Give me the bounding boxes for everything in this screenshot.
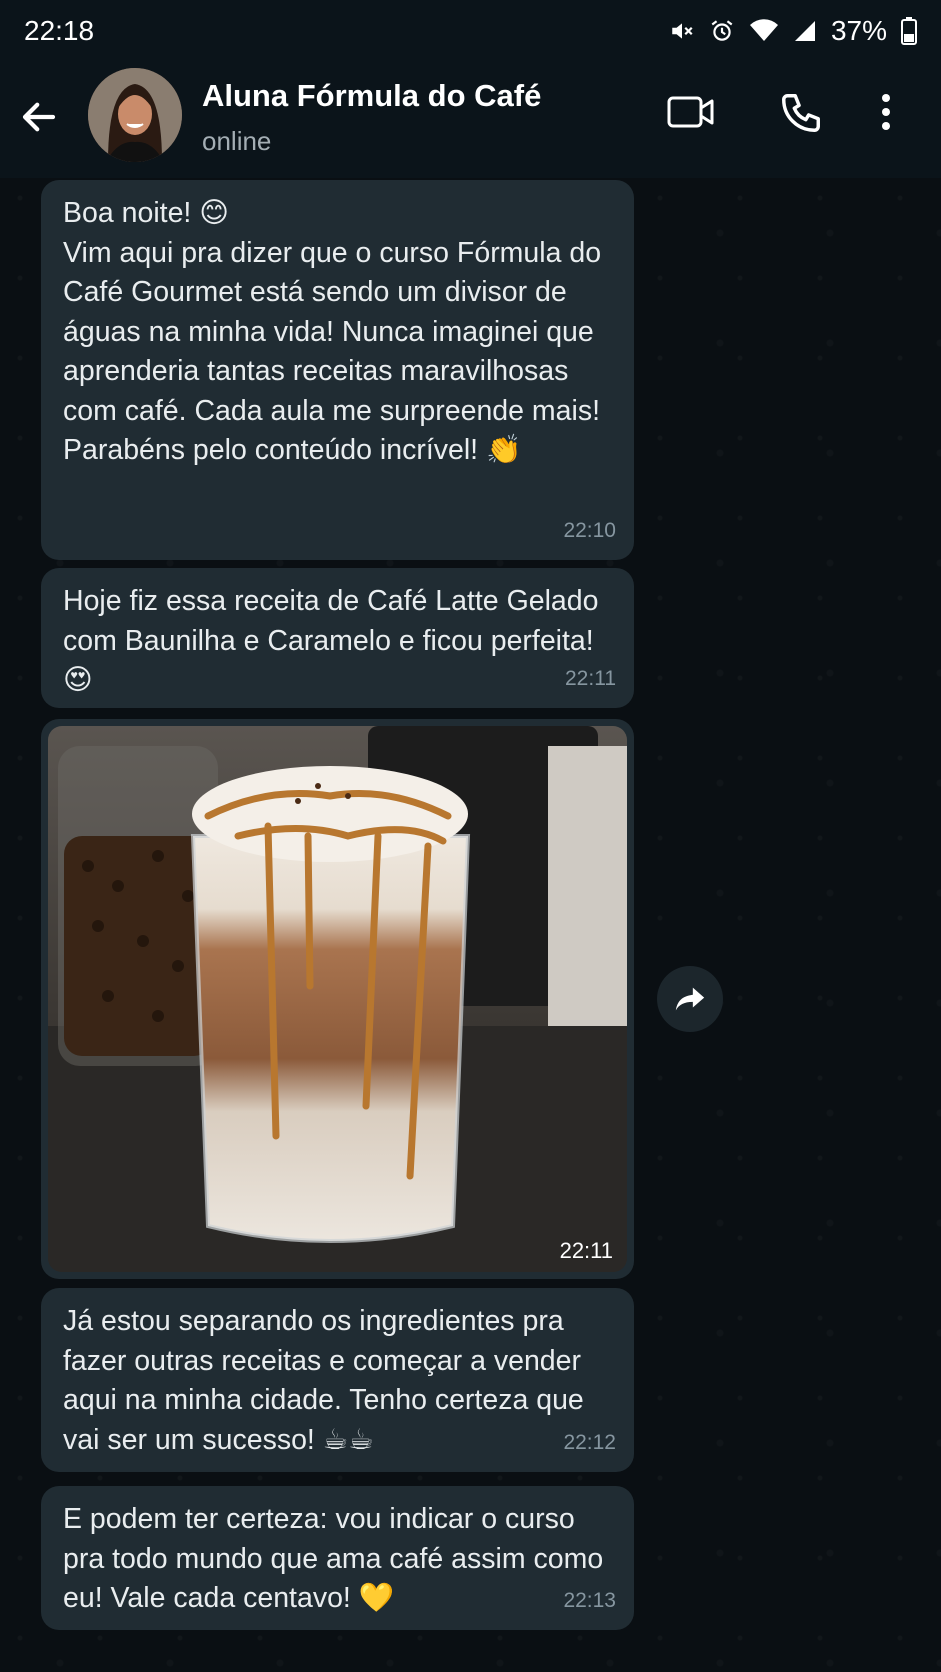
message-text: Já estou separando os ingredientes pra f… xyxy=(63,1305,592,1456)
message-bubble[interactable]: Hoje fiz essa receita de Café Latte Gela… xyxy=(41,568,634,708)
back-arrow-icon[interactable] xyxy=(18,96,60,138)
status-time: 22:18 xyxy=(24,15,95,46)
alarm-icon xyxy=(711,20,733,41)
forward-button[interactable] xyxy=(657,966,723,1032)
message-bubble[interactable]: E podem ter certeza: vou indicar o curso… xyxy=(41,1486,634,1630)
chat-header: Aluna Fórmula do Café online xyxy=(0,62,941,178)
mute-icon xyxy=(672,23,693,39)
message-text: E podem ter certeza: vou indicar o curso… xyxy=(63,1503,612,1614)
signal-icon xyxy=(794,21,815,41)
message-text: Boa noite! 😊 Vim aqui pra dizer que o cu… xyxy=(63,197,602,466)
wifi-icon xyxy=(749,19,778,41)
message-text: Hoje fiz essa receita de Café Latte Gela… xyxy=(63,585,607,696)
message-time: 22:12 xyxy=(563,1430,616,1454)
contact-status: online xyxy=(202,126,272,156)
message-bubble[interactable]: Boa noite! 😊 Vim aqui pra dizer que o cu… xyxy=(41,180,634,560)
avatar[interactable] xyxy=(88,68,182,162)
contact-name[interactable]: Aluna Fórmula do Café xyxy=(202,78,541,114)
message-bubble[interactable]: Já estou separando os ingredientes pra f… xyxy=(41,1288,634,1472)
message-time: 22:11 xyxy=(565,666,616,690)
forward-icon xyxy=(675,987,705,1011)
message-time: 22:11 xyxy=(559,1238,613,1263)
battery-icon xyxy=(901,17,917,45)
chat-area[interactable]: Boa noite! 😊 Vim aqui pra dizer que o cu… xyxy=(0,178,941,1672)
image-message-bubble[interactable]: 22:11 xyxy=(41,719,634,1279)
video-call-icon[interactable] xyxy=(666,92,716,132)
battery-percent: 37% xyxy=(830,15,887,46)
more-options-icon[interactable] xyxy=(880,92,892,132)
iced-caramel-latte-photo[interactable]: 22:11 xyxy=(48,726,627,1272)
voice-call-icon[interactable] xyxy=(778,90,824,136)
status-bar: 22:18 37% xyxy=(0,0,941,62)
message-time: 22:10 xyxy=(563,518,616,542)
status-icons: 37% xyxy=(669,15,917,47)
message-time: 22:13 xyxy=(563,1588,616,1612)
